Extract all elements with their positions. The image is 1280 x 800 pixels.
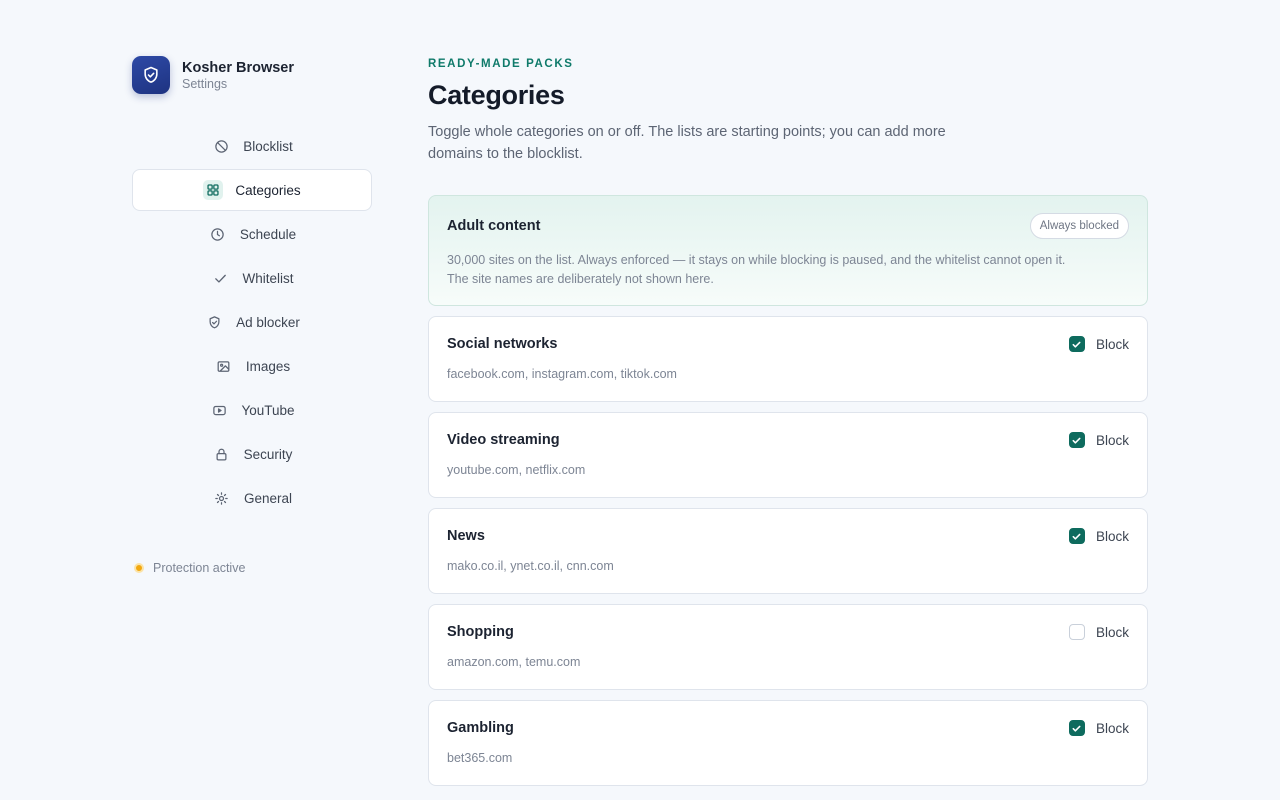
sidebar-item-ad-blocker[interactable]: Ad blocker: [132, 301, 372, 343]
status-dot-icon: [134, 563, 144, 573]
sidebar-item-security[interactable]: Security: [132, 433, 372, 475]
play-icon: [209, 400, 229, 420]
block-label: Block: [1095, 624, 1129, 640]
checkmark-icon: [1072, 533, 1081, 540]
block-toggle[interactable]: Block: [1068, 720, 1129, 736]
sidebar-item-label: General: [243, 490, 293, 506]
ban-icon: [211, 136, 231, 156]
sidebar-item-label: Blocklist: [243, 138, 293, 154]
page-title: Categories: [428, 80, 565, 110]
shield-logo-icon: [132, 56, 170, 94]
sidebar-item-images[interactable]: Images: [132, 345, 372, 387]
category-card-news: News Block mako.co.il, ynet.co.il, cnn.c…: [428, 508, 1148, 594]
sidebar: Kosher Browser Settings Blocklist Catego…: [132, 56, 372, 575]
app-subtitle: Settings: [182, 76, 228, 91]
check-icon: [210, 268, 230, 288]
sidebar-item-label: Ad blocker: [236, 314, 300, 330]
category-title: News: [447, 528, 485, 544]
category-card-video: Video streaming Block youtube.com, netfl…: [428, 412, 1148, 498]
category-title: Adult content: [447, 218, 541, 234]
sidebar-nav: Blocklist Categories Schedule Whitelist: [132, 125, 372, 519]
sidebar-item-label: Whitelist: [242, 270, 294, 286]
status-label: Protection active: [153, 561, 246, 575]
sidebar-item-schedule[interactable]: Schedule: [132, 213, 372, 255]
block-toggle[interactable]: Block: [1068, 624, 1129, 640]
sidebar-item-blocklist[interactable]: Blocklist: [132, 125, 372, 167]
block-label: Block: [1095, 528, 1129, 544]
checkmark-icon: [1072, 341, 1081, 348]
category-title: Video streaming: [447, 432, 560, 448]
block-checkbox[interactable]: [1068, 720, 1085, 736]
lock-icon: [212, 444, 232, 464]
category-description-line: 30,000 sites on the list. Always enforce…: [447, 253, 1066, 267]
sidebar-item-youtube[interactable]: YouTube: [132, 389, 372, 431]
sun-icon: [212, 488, 232, 508]
image-icon: [214, 356, 234, 376]
category-description-line: The site names are deliberately not show…: [447, 272, 714, 286]
category-card-gambling: Gambling Block bet365.com: [428, 700, 1148, 786]
sidebar-item-label: Images: [245, 358, 291, 374]
category-card-shopping: Shopping Block amazon.com, temu.com: [428, 604, 1148, 690]
protection-status: Protection active: [132, 561, 372, 575]
block-label: Block: [1095, 336, 1129, 352]
category-domains: mako.co.il, ynet.co.il, cnn.com: [447, 559, 614, 573]
main-content: READY-MADE PACKS Categories Toggle whole…: [428, 58, 1148, 796]
checkmark-icon: [1072, 437, 1081, 444]
category-domains: youtube.com, netflix.com: [447, 463, 586, 477]
block-toggle[interactable]: Block: [1068, 528, 1129, 544]
brand: Kosher Browser Settings: [132, 56, 372, 94]
shield-check-icon: [204, 312, 224, 332]
category-description: 30,000 sites on the list. Always enforce…: [447, 251, 1127, 289]
category-domains: bet365.com: [447, 751, 513, 765]
block-checkbox[interactable]: [1068, 528, 1085, 544]
category-domains: amazon.com, temu.com: [447, 655, 581, 669]
section-eyebrow: READY-MADE PACKS: [428, 58, 574, 70]
category-domains: facebook.com, instagram.com, tiktok.com: [447, 367, 677, 381]
always-blocked-badge: Always blocked: [1029, 213, 1129, 239]
sidebar-item-categories[interactable]: Categories: [132, 169, 372, 211]
category-title: Gambling: [447, 720, 514, 736]
brand-text: Kosher Browser Settings: [182, 60, 294, 90]
block-label: Block: [1095, 432, 1129, 448]
clock-icon: [208, 224, 228, 244]
block-checkbox[interactable]: [1068, 624, 1085, 640]
category-title: Social networks: [447, 336, 558, 352]
block-label: Block: [1095, 720, 1129, 736]
grid-icon: [203, 180, 224, 200]
sidebar-item-whitelist[interactable]: Whitelist: [132, 257, 372, 299]
app-window: Kosher Browser Settings Blocklist Catego…: [0, 0, 1280, 800]
category-card-social: Social networks Block facebook.com, inst…: [428, 316, 1148, 402]
checkmark-icon: [1072, 725, 1081, 732]
sidebar-item-general[interactable]: General: [132, 477, 372, 519]
block-toggle[interactable]: Block: [1068, 432, 1129, 448]
sidebar-item-label: Schedule: [239, 226, 297, 242]
block-checkbox[interactable]: [1068, 336, 1085, 352]
category-list: Adult content Always blocked 30,000 site…: [428, 195, 1148, 786]
category-title: Shopping: [447, 624, 514, 640]
sidebar-item-label: Security: [243, 446, 293, 462]
app-name: Kosher Browser: [182, 60, 295, 76]
sidebar-item-label: YouTube: [241, 402, 295, 418]
sidebar-item-label: Categories: [235, 182, 301, 198]
page-description: Toggle whole categories on or off. The l…: [428, 124, 946, 162]
block-toggle[interactable]: Block: [1068, 336, 1129, 352]
category-card-adult: Adult content Always blocked 30,000 site…: [428, 195, 1148, 306]
block-checkbox[interactable]: [1068, 432, 1085, 448]
